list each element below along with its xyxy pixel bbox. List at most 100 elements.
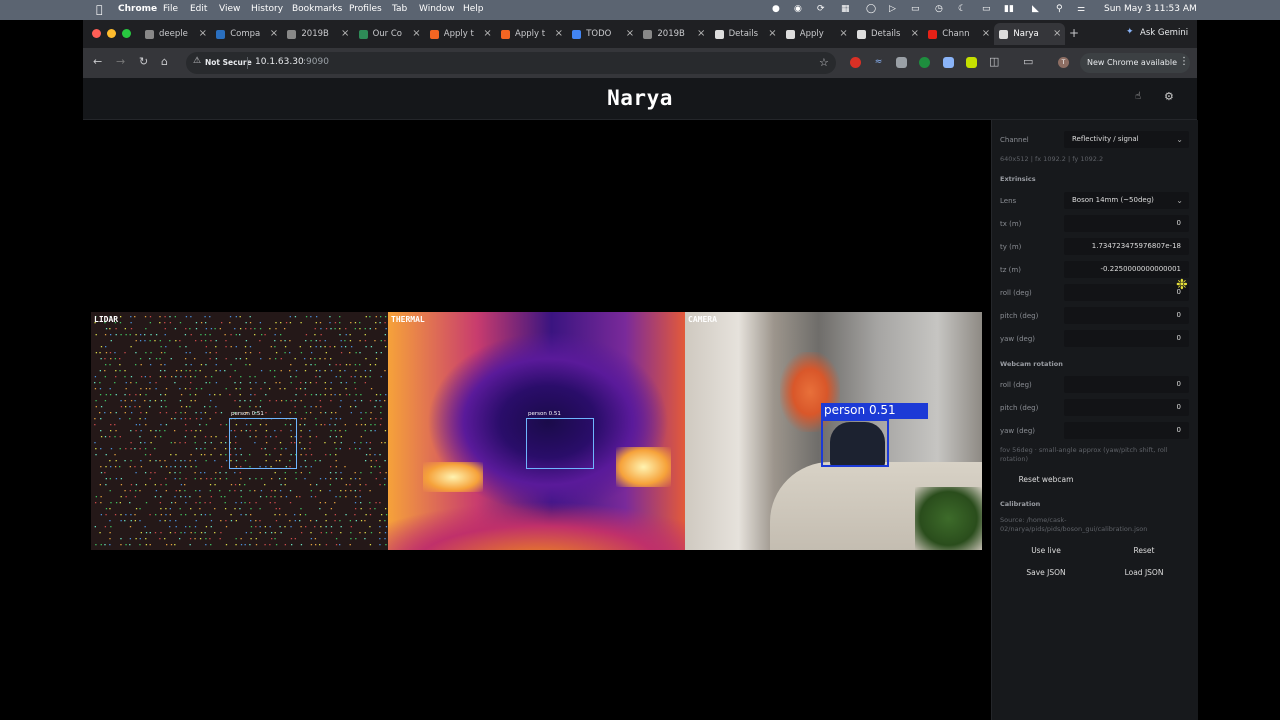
new-chrome-available-button[interactable]: New Chrome available ⋮ xyxy=(1080,53,1190,73)
gear-icon[interactable]: ⚙ xyxy=(1164,90,1174,103)
menu-history[interactable]: History xyxy=(251,4,283,14)
save-json-button[interactable]: Save JSON xyxy=(1000,568,1092,577)
menu-bookmarks[interactable]: Bookmarks xyxy=(292,4,342,14)
lens-select[interactable]: Boson 14mm (~50deg) ⌄ xyxy=(1064,192,1189,209)
grid-icon[interactable]: ▦ xyxy=(841,4,850,14)
extension-blue-icon[interactable] xyxy=(943,57,954,68)
browser-tab[interactable]: Narya × xyxy=(994,23,1066,45)
browser-tab[interactable]: 2019B × xyxy=(638,23,709,45)
close-tab-icon[interactable]: × xyxy=(839,28,847,39)
apple-icon[interactable]:  xyxy=(96,3,103,16)
home-icon[interactable]: ⌂ xyxy=(161,55,168,68)
browser-tab[interactable]: Our Co × xyxy=(354,23,425,45)
menu-window[interactable]: Window xyxy=(419,4,455,14)
gemini-icon[interactable]: ✦ xyxy=(1126,27,1134,37)
browser-tab[interactable]: Details × xyxy=(852,23,923,45)
not-secure-label[interactable]: Not Secure xyxy=(205,58,252,67)
tx-input[interactable]: 0 xyxy=(1064,215,1189,232)
close-tab-icon[interactable]: × xyxy=(270,28,278,39)
menu-clock[interactable]: Sun May 3 11:53 AM xyxy=(1104,4,1197,14)
menu-file[interactable]: File xyxy=(163,4,178,14)
ask-gemini-button[interactable]: Ask Gemini xyxy=(1140,28,1188,38)
warning-icon[interactable]: ⚠ xyxy=(193,56,201,66)
record-icon[interactable]: ● xyxy=(772,4,780,14)
lidar-point xyxy=(329,490,331,492)
use-live-button[interactable]: Use live xyxy=(1000,546,1092,555)
menu-app-name[interactable]: Chrome xyxy=(118,4,157,14)
browser-tab[interactable]: TODO × xyxy=(567,23,638,45)
load-json-button[interactable]: Load JSON xyxy=(1098,568,1190,577)
close-tab-icon[interactable]: × xyxy=(555,28,563,39)
browser-tab[interactable]: deeple × xyxy=(140,23,211,45)
reload-icon[interactable]: ↻ xyxy=(139,55,148,68)
ty-input[interactable]: 1.734723475976807e-18 xyxy=(1064,238,1189,255)
extension-wave-icon[interactable]: ≈ xyxy=(873,57,884,68)
close-tab-icon[interactable]: × xyxy=(199,28,207,39)
chat-icon[interactable]: ◉ xyxy=(794,4,802,14)
yaw-input[interactable]: 0 xyxy=(1064,330,1189,347)
address-bar[interactable]: ⚠ Not Secure 10.1.63.30 :9090 ☆ xyxy=(186,52,836,74)
sync-icon[interactable]: ⟳ xyxy=(817,4,825,14)
extension-red-icon[interactable] xyxy=(850,57,861,68)
new-tab-button[interactable]: + xyxy=(1069,26,1079,40)
webcam-yaw-input[interactable]: 0 xyxy=(1064,422,1189,439)
moon-icon[interactable]: ☾ xyxy=(958,4,966,14)
floating-assistant-icon[interactable]: ❉ xyxy=(1176,277,1188,293)
headphones-icon[interactable]: ◯ xyxy=(866,4,876,14)
zoom-window-button[interactable] xyxy=(122,29,131,38)
close-tab-icon[interactable]: × xyxy=(341,28,349,39)
close-tab-icon[interactable]: × xyxy=(768,28,776,39)
extension-green-icon[interactable] xyxy=(919,57,930,68)
bookmark-star-icon[interactable]: ☆ xyxy=(819,56,829,69)
reset-webcam-button[interactable]: Reset webcam xyxy=(1000,475,1092,484)
close-tab-icon[interactable]: × xyxy=(626,28,634,39)
play-icon[interactable]: ▷ xyxy=(889,4,896,14)
battery-icon[interactable]: ▮▮ xyxy=(1004,4,1014,14)
browser-tab[interactable]: 2019B × xyxy=(282,23,353,45)
browser-tab[interactable]: Compa × xyxy=(211,23,282,45)
search-icon[interactable]: ⚲ xyxy=(1056,4,1063,14)
forward-icon[interactable]: → xyxy=(116,55,125,68)
close-tab-icon[interactable]: × xyxy=(1053,28,1061,39)
screen-icon[interactable]: ▭ xyxy=(982,4,991,14)
channel-select[interactable]: Reflectivity / signal ⌄ xyxy=(1064,131,1189,148)
close-tab-icon[interactable]: × xyxy=(982,28,990,39)
roll-input[interactable]: 0 xyxy=(1064,284,1189,301)
tz-input[interactable]: -0.2250000000000001 xyxy=(1064,261,1189,278)
wifi-icon[interactable]: ◣ xyxy=(1032,4,1039,14)
profile-avatar[interactable]: T xyxy=(1058,57,1069,68)
pointer-icon[interactable]: ☝ xyxy=(1135,91,1141,102)
reset-button[interactable]: Reset xyxy=(1098,546,1190,555)
lidar-point xyxy=(319,400,321,402)
menu-edit[interactable]: Edit xyxy=(190,4,207,14)
minimize-window-button[interactable] xyxy=(107,29,116,38)
browser-tab[interactable]: Apply × xyxy=(781,23,852,45)
extension-yellow-icon[interactable] xyxy=(966,57,977,68)
browser-tab[interactable]: Apply t × xyxy=(496,23,567,45)
close-tab-icon[interactable]: × xyxy=(483,28,491,39)
menu-help[interactable]: Help xyxy=(463,4,484,14)
close-tab-icon[interactable]: × xyxy=(911,28,919,39)
menu-view[interactable]: View xyxy=(219,4,240,14)
lidar-point xyxy=(209,538,211,540)
webcam-pitch-input[interactable]: 0 xyxy=(1064,399,1189,416)
browser-tab[interactable]: Details × xyxy=(710,23,781,45)
menu-tab[interactable]: Tab xyxy=(392,4,407,14)
close-tab-icon[interactable]: × xyxy=(697,28,705,39)
webcam-roll-input[interactable]: 0 xyxy=(1064,376,1189,393)
lidar-point xyxy=(250,514,252,516)
extension-gray-icon[interactable] xyxy=(896,57,907,68)
pitch-input[interactable]: 0 xyxy=(1064,307,1189,324)
menu-profiles[interactable]: Profiles xyxy=(349,4,382,14)
back-icon[interactable]: ← xyxy=(93,55,102,68)
control-center-icon[interactable]: ⚌ xyxy=(1077,4,1085,14)
browser-tab[interactable]: Apply t × xyxy=(425,23,496,45)
close-window-button[interactable] xyxy=(92,29,101,38)
display-icon[interactable]: ▭ xyxy=(911,4,920,14)
kebab-menu-icon[interactable]: ⋮ xyxy=(1179,56,1189,67)
timer-icon[interactable]: ◷ xyxy=(935,4,943,14)
close-tab-icon[interactable]: × xyxy=(412,28,420,39)
extensions-puzzle-icon[interactable]: ◫ xyxy=(989,55,999,68)
cast-icon[interactable]: ▭ xyxy=(1023,55,1033,68)
browser-tab[interactable]: Chann × xyxy=(923,23,994,45)
